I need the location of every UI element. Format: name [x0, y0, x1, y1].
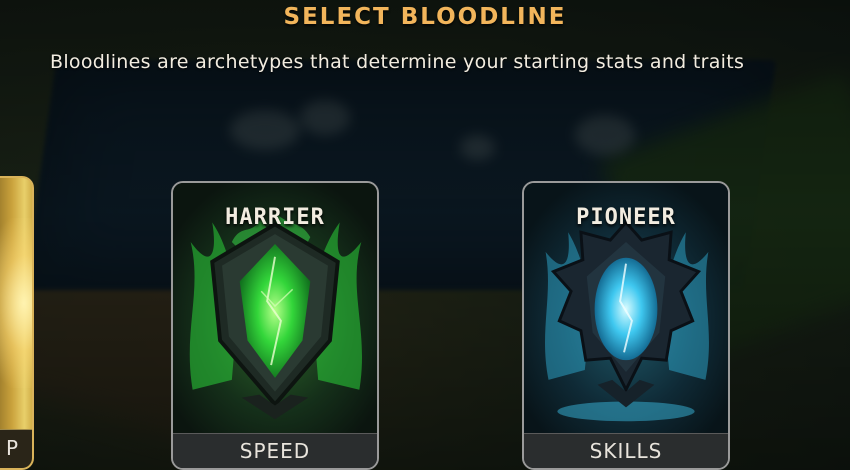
bloodline-card-pioneer[interactable]: PIONEER SKILLS [522, 181, 730, 470]
card-title: HARRIER [225, 205, 325, 230]
card-trait-label: P [0, 429, 32, 468]
page-title: SELECT BLOODLINE [283, 4, 567, 30]
card-trait-label: SPEED [173, 433, 377, 468]
bloodline-card-partial[interactable]: P [0, 176, 34, 470]
bloodline-card-harrier[interactable]: HARRIER SPEED [171, 181, 379, 470]
page-subtitle: Bloodlines are archetypes that determine… [50, 51, 745, 73]
card-glow [0, 218, 32, 388]
card-title: PIONEER [576, 205, 676, 230]
card-trait-label: SKILLS [524, 433, 728, 468]
